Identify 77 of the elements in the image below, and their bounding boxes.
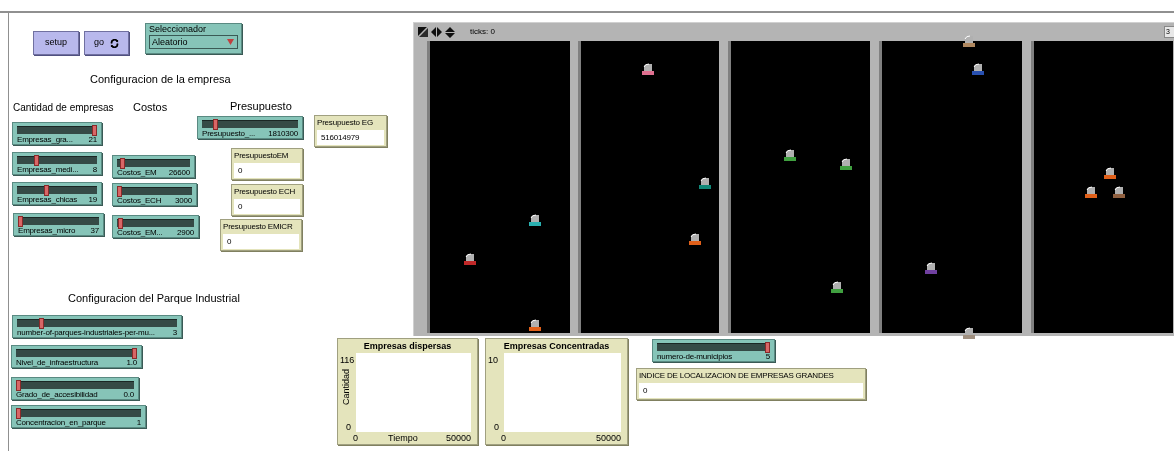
slider[interactable]: number-of-parques-industriales-per-mu... 3 bbox=[12, 315, 182, 338]
section-label: Presupuesto bbox=[230, 99, 292, 114]
plot-title: Empresas dispersas bbox=[362, 341, 453, 351]
y-min-label: 0 bbox=[494, 422, 499, 432]
resize-icon bbox=[418, 27, 428, 37]
slider[interactable]: Empresas_gra... 21 bbox=[12, 122, 102, 145]
slider[interactable]: Costos_EM... 2900 bbox=[112, 215, 199, 238]
slider[interactable]: numero-de-municipios 5 bbox=[652, 339, 775, 362]
section-label: Configuracion de la empresa bbox=[90, 72, 231, 87]
slider[interactable]: Grado_de_accesibilidad 0.0 bbox=[11, 377, 139, 400]
section-label: Costos bbox=[133, 100, 168, 115]
factory-icon bbox=[1084, 186, 1098, 198]
y-axis-label: Cantidad bbox=[341, 369, 351, 406]
slider[interactable]: Empresas_medi... 8 bbox=[12, 152, 102, 175]
slider-thumb[interactable] bbox=[18, 216, 23, 227]
slider-thumb[interactable] bbox=[38, 318, 44, 329]
slider-thumb[interactable] bbox=[16, 408, 21, 419]
monitor-label: Presupuesto ECH bbox=[234, 186, 297, 197]
factory-icon bbox=[839, 158, 853, 170]
slider[interactable]: Nivel_de_infraestructura 1.0 bbox=[11, 345, 142, 368]
factory-icon bbox=[698, 177, 712, 189]
slider[interactable]: Presupuesto_... 1810300 bbox=[197, 116, 303, 139]
factory-icon bbox=[688, 233, 702, 245]
slider-thumb[interactable] bbox=[117, 186, 122, 197]
monitor-label: Presupuesto EG bbox=[317, 117, 374, 128]
slider-thumb[interactable] bbox=[212, 119, 218, 130]
monitor-value: 0 bbox=[234, 163, 300, 178]
factory-icon bbox=[463, 253, 477, 265]
x-max-label: 50000 bbox=[445, 433, 471, 443]
ticks-counter: ticks: 0 bbox=[470, 26, 495, 38]
slider[interactable]: Concentracion_en_parque 1 bbox=[11, 405, 146, 428]
factory-icon bbox=[1103, 167, 1117, 179]
y-min-label: 0 bbox=[346, 422, 351, 432]
monitor-value: 516014979 bbox=[317, 130, 384, 145]
factory-icon bbox=[971, 63, 985, 75]
slider-thumb[interactable] bbox=[119, 158, 125, 169]
factory-icon bbox=[641, 63, 655, 75]
x-max-label: 50000 bbox=[595, 433, 621, 443]
factory-icon bbox=[528, 214, 542, 226]
slider[interactable]: Costos_ECH 3000 bbox=[112, 183, 197, 206]
slider-thumb[interactable] bbox=[765, 342, 770, 353]
slider-thumb[interactable] bbox=[92, 125, 97, 136]
slider-thumb[interactable] bbox=[118, 218, 124, 229]
chooser[interactable]: Seleccionador Aleatorio bbox=[145, 23, 242, 54]
x-min-label: 0 bbox=[501, 433, 506, 443]
slider-thumb[interactable] bbox=[33, 155, 39, 166]
factory-icon bbox=[924, 262, 938, 274]
monitor-label: INDICE DE LOCALIZACION DE EMPRESAS GRANDES bbox=[639, 370, 835, 381]
monitor-value: 0 bbox=[223, 234, 299, 249]
slider[interactable]: Costos_EM 26600 bbox=[112, 155, 195, 178]
monitor-value: 0 bbox=[639, 383, 863, 398]
slider[interactable]: Empresas_micro 37 bbox=[13, 213, 104, 236]
x-axis-label: Tiempo bbox=[388, 433, 418, 443]
slider[interactable]: Empresas_chicas 19 bbox=[12, 182, 102, 205]
button[interactable]: setup bbox=[33, 31, 79, 55]
forever-button[interactable]: go bbox=[84, 31, 129, 55]
vertical-arrows-icon bbox=[445, 26, 455, 38]
factory-icon bbox=[962, 35, 976, 47]
section-label: Cantidad de empresas bbox=[13, 101, 114, 115]
slider-thumb[interactable] bbox=[16, 380, 21, 391]
plot-title: Empresas Concentradas bbox=[502, 341, 611, 351]
horizontal-arrows-icon bbox=[431, 27, 442, 37]
section-label: Configuracion del Parque Industrial bbox=[68, 291, 240, 306]
factory-icon bbox=[783, 149, 797, 161]
slider-thumb[interactable] bbox=[132, 348, 137, 359]
monitor-value: 0 bbox=[234, 199, 300, 214]
chooser-dropdown[interactable]: Aleatorio bbox=[149, 35, 238, 49]
x-min-label: 0 bbox=[353, 433, 358, 443]
dropdown-arrow-icon bbox=[227, 39, 234, 45]
monitor-label: Presupuesto EMICR bbox=[223, 221, 294, 232]
y-max-label: 116 bbox=[340, 355, 355, 365]
y-max-label: 10 bbox=[488, 355, 498, 365]
slider-thumb[interactable] bbox=[44, 185, 49, 196]
factory-icon bbox=[830, 281, 844, 293]
monitor-label: PresupuestoEM bbox=[234, 150, 290, 161]
factory-icon bbox=[528, 319, 542, 331]
factory-icon bbox=[1112, 186, 1126, 198]
